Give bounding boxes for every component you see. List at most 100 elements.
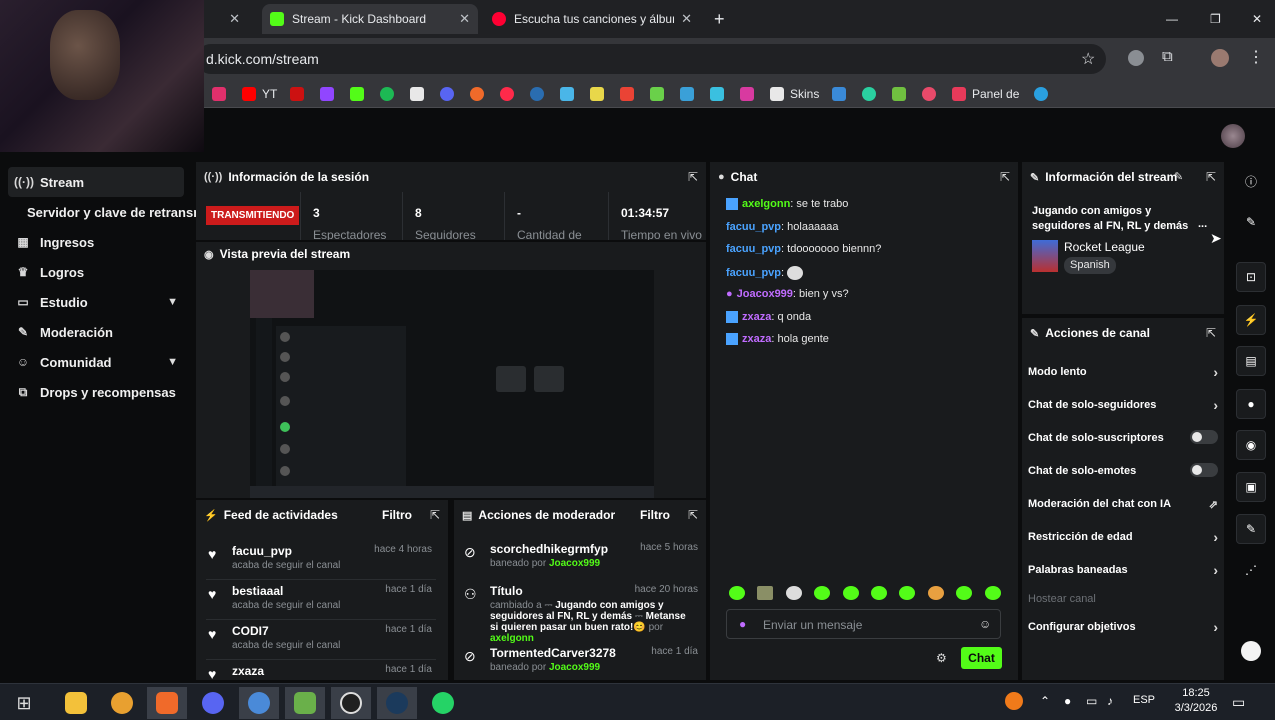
age-restriction-row[interactable]: Restricción de edad › (1028, 529, 1218, 545)
bookmark[interactable] (290, 86, 310, 102)
tray-app-icon[interactable] (1005, 692, 1023, 710)
emote-icon[interactable] (729, 586, 745, 600)
user-avatar[interactable] (1221, 124, 1245, 148)
close-icon[interactable]: ✕ (681, 11, 692, 27)
info-icon[interactable]: ⓘ (1236, 166, 1266, 196)
feed-filter-button[interactable]: Filtro (382, 508, 412, 522)
tray-network-icon[interactable]: ▭ (1086, 694, 1097, 708)
popout-icon[interactable]: ⇱ (688, 170, 698, 184)
popout-icon[interactable]: ⇱ (1206, 170, 1216, 184)
tray-mic-icon[interactable]: ● (1064, 694, 1071, 708)
gmail-bookmark[interactable] (620, 86, 640, 102)
url-field[interactable]: d.kick.com/stream (196, 44, 1106, 74)
emote-icon[interactable] (786, 586, 802, 600)
bookmark[interactable] (740, 86, 760, 102)
bookmark[interactable] (862, 86, 882, 102)
discord-bookmark[interactable] (440, 86, 460, 102)
chrome-window-icon[interactable] (239, 687, 279, 719)
slow-mode-row[interactable]: Modo lento › (1028, 364, 1218, 380)
emote-icon[interactable] (985, 586, 1001, 600)
mic-icon[interactable]: ● (739, 617, 746, 631)
bookmark[interactable] (500, 86, 520, 102)
emote-icon[interactable] (871, 586, 887, 600)
extension-floating-icon[interactable] (1236, 634, 1266, 664)
chat-send-button[interactable]: Chat (961, 647, 1002, 669)
layout-icon[interactable]: ▣ (1236, 472, 1266, 502)
emote-icon[interactable] (757, 586, 773, 600)
edit-icon[interactable]: ✎ (1174, 170, 1183, 183)
bookmark[interactable] (560, 86, 580, 102)
sidebar-item-stream[interactable]: ((·)) Stream (8, 167, 184, 197)
menu-kebab-icon[interactable]: ⋮ (1248, 47, 1264, 67)
mic-app-icon[interactable] (147, 687, 187, 719)
broadcast-icon[interactable]: ◉ (1236, 430, 1266, 460)
chat-message-input[interactable]: Enviar un mensaje (726, 609, 1001, 639)
tray-language[interactable]: ESP (1133, 694, 1155, 706)
kick-bookmark[interactable] (350, 86, 370, 102)
youtube-bookmark[interactable]: YT (242, 86, 277, 102)
bookmark[interactable] (892, 86, 912, 102)
tray-chevron-up-icon[interactable]: ⌃ (1040, 694, 1050, 708)
popout-icon[interactable]: ⇱ (1206, 326, 1216, 340)
ai-moderation-row[interactable]: Moderación del chat con IA ⇗ (1028, 498, 1218, 511)
sidebar-item-server-key[interactable]: Servidor y clave de retransmisión (8, 197, 235, 227)
x-bookmark[interactable] (410, 86, 430, 102)
profile-avatar[interactable] (1211, 49, 1229, 67)
sidebar-item-drops[interactable]: ⧉ Drops y recompensas (8, 377, 184, 407)
preview-toggle-icon[interactable]: ⊡ (1236, 262, 1266, 292)
gear-icon[interactable]: ⚙ (936, 651, 947, 665)
emote-icon[interactable] (843, 586, 859, 600)
bookmark[interactable] (710, 86, 730, 102)
notification-icon[interactable]: ▭ (1232, 694, 1245, 711)
stream-preview-video[interactable] (250, 270, 654, 498)
wrench-icon[interactable]: ✎ (1236, 514, 1266, 544)
start-grid-icon[interactable]: ⊞ (4, 687, 44, 719)
panel-bookmark[interactable]: Panel de (952, 86, 1019, 102)
subscribers-only-toggle[interactable] (1190, 430, 1218, 444)
bookmark[interactable] (680, 86, 700, 102)
pencil-icon[interactable]: ✎ (1236, 208, 1266, 238)
popout-icon[interactable]: ⇱ (430, 508, 440, 522)
telegram-bookmark[interactable] (1034, 86, 1054, 102)
spotify-bookmark[interactable] (380, 86, 400, 102)
tab-close-icon[interactable]: ✕ (218, 4, 248, 34)
bookmark[interactable] (650, 86, 670, 102)
extension-icon[interactable] (1128, 50, 1144, 66)
banned-words-row[interactable]: Palabras baneadas › (1028, 562, 1218, 578)
skins-bookmark[interactable]: Skins (770, 86, 819, 102)
game-name[interactable]: Rocket League (1064, 240, 1145, 254)
bookmark-star-icon[interactable]: ☆ (1081, 49, 1095, 69)
emoji-icon[interactable]: ☺ (979, 617, 991, 631)
obs-icon[interactable] (331, 687, 371, 719)
sidebar-item-estudio[interactable]: ▭ Estudio ▼ (8, 287, 184, 317)
emote-icon[interactable] (899, 586, 915, 600)
emotes-only-toggle[interactable] (1190, 463, 1218, 477)
bookmark[interactable] (922, 86, 942, 102)
sidebar-item-comunidad[interactable]: ☺ Comunidad ▼ (8, 347, 184, 377)
new-tab-button[interactable]: + (706, 4, 733, 34)
mod-filter-button[interactable]: Filtro (640, 508, 670, 522)
file-explorer-icon[interactable] (56, 687, 96, 719)
tray-volume-icon[interactable]: ♪ (1107, 694, 1113, 708)
goals-row[interactable]: Configurar objetivos › (1028, 619, 1218, 635)
emote-icon[interactable] (928, 586, 944, 600)
tray-clock[interactable]: 18:25 3/3/2026 (1172, 687, 1220, 714)
bookmark[interactable] (832, 86, 852, 102)
sidebar-item-ingresos[interactable]: ▦ Ingresos (8, 227, 184, 257)
steam-icon[interactable] (377, 687, 417, 719)
whatsapp-icon[interactable] (423, 687, 463, 719)
chrome-icon[interactable] (102, 687, 142, 719)
popout-icon[interactable]: ⇱ (688, 508, 698, 522)
popout-icon[interactable]: ⇱ (1000, 170, 1010, 184)
steam-bookmark[interactable] (530, 86, 550, 102)
discord-icon[interactable] (193, 687, 233, 719)
android-icon[interactable] (285, 687, 325, 719)
document-icon[interactable]: ▤ (1236, 346, 1266, 376)
instagram-bookmark[interactable] (212, 86, 232, 102)
chat-bubble-icon[interactable]: ● (1236, 389, 1266, 419)
emote-icon[interactable] (956, 586, 972, 600)
sidebar-item-logros[interactable]: ♛ Logros (8, 257, 184, 287)
emote-icon[interactable] (814, 586, 830, 600)
twitch-bookmark[interactable] (320, 86, 340, 102)
minimize-icon[interactable]: — (1158, 4, 1186, 34)
